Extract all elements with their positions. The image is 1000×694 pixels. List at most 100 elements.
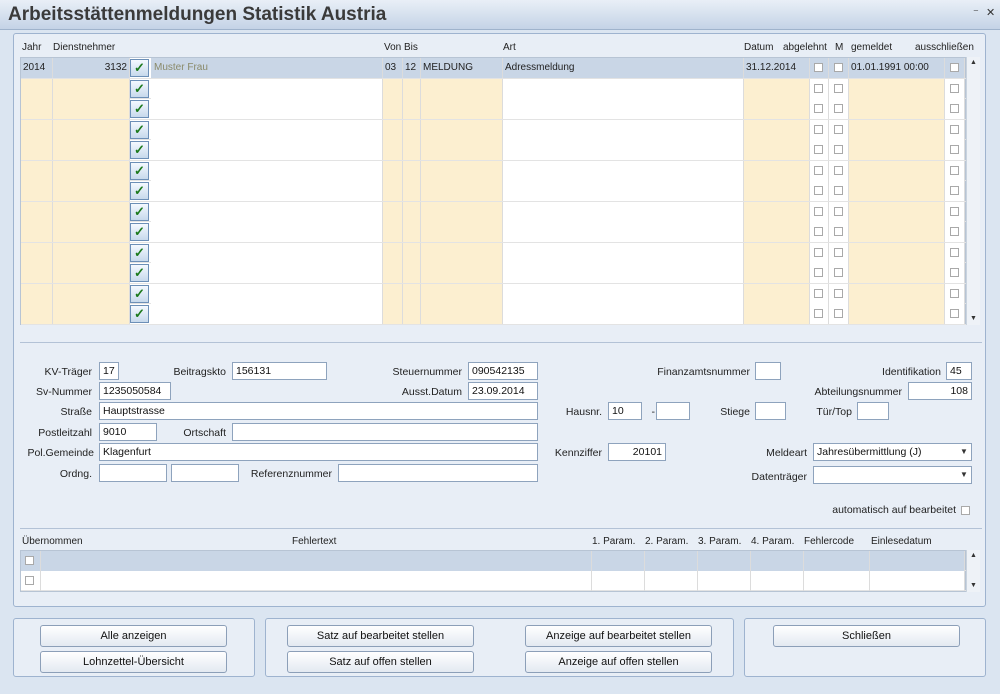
row-checkbox[interactable] xyxy=(814,247,823,257)
row-checkbox[interactable] xyxy=(834,227,843,236)
table-row[interactable]: 2014 3132 ✓ Muster Frau 03 12 MELDUNG Ad… xyxy=(21,58,967,79)
grid-cell[interactable] xyxy=(421,119,503,140)
grid-cell[interactable] xyxy=(829,140,849,160)
grid-cell[interactable] xyxy=(421,160,503,181)
check-icon[interactable]: ✓ xyxy=(130,284,149,303)
table-row[interactable]: ✓ xyxy=(21,222,967,243)
grid-cell[interactable] xyxy=(21,304,53,324)
grid-cell[interactable] xyxy=(744,119,810,140)
grid-cell[interactable] xyxy=(503,222,744,242)
uebernommen-checkbox[interactable] xyxy=(25,576,34,585)
cell-abgelehnt[interactable] xyxy=(810,58,829,78)
row-checkbox[interactable] xyxy=(950,268,959,277)
table-row[interactable]: ✓ xyxy=(21,283,967,304)
row-checkbox[interactable] xyxy=(814,165,823,175)
grid-cell[interactable] xyxy=(421,78,503,99)
grid-cell[interactable] xyxy=(151,201,383,222)
grid-cell[interactable] xyxy=(21,283,53,304)
row-checkbox[interactable] xyxy=(814,227,823,236)
grid-cell[interactable] xyxy=(744,140,810,160)
cell-fehlertext[interactable] xyxy=(41,551,592,571)
grid-cell[interactable] xyxy=(744,78,810,99)
ausst-datum-field[interactable]: 23.09.2014 xyxy=(468,382,538,400)
row-checkbox[interactable] xyxy=(950,165,959,175)
stiege-field[interactable] xyxy=(755,402,786,420)
row-checkbox[interactable] xyxy=(950,104,959,113)
grid-cell[interactable] xyxy=(53,78,130,99)
referenznummer-field[interactable] xyxy=(338,464,538,482)
grid-cell[interactable] xyxy=(744,242,810,263)
row-checkbox[interactable] xyxy=(814,288,823,298)
grid-cell[interactable] xyxy=(503,201,744,222)
row-checkbox[interactable] xyxy=(834,186,843,195)
beitragskto-field[interactable]: 156131 xyxy=(232,362,327,380)
identifikation-field[interactable]: 45 xyxy=(946,362,972,380)
schliessen-button[interactable]: Schließen xyxy=(773,625,960,647)
grid-cell[interactable] xyxy=(21,78,53,99)
grid-cell[interactable] xyxy=(849,304,945,324)
grid-cell[interactable] xyxy=(810,201,829,222)
check-icon[interactable]: ✓ xyxy=(130,305,149,323)
check-icon[interactable]: ✓ xyxy=(130,223,149,241)
grid-cell[interactable] xyxy=(383,160,403,181)
steuernummer-field[interactable]: 090542135 xyxy=(468,362,538,380)
grid-cell[interactable] xyxy=(945,181,965,201)
row-checkbox[interactable] xyxy=(950,83,959,93)
row-checkbox[interactable] xyxy=(814,186,823,195)
cell-name[interactable]: Muster Frau xyxy=(151,58,383,78)
grid-cell[interactable] xyxy=(403,140,421,160)
grid-cell[interactable] xyxy=(151,140,383,160)
check-icon[interactable]: ✓ xyxy=(130,141,149,159)
grid-cell[interactable] xyxy=(849,181,945,201)
lohnzettel-uebersicht-button[interactable]: Lohnzettel-Übersicht xyxy=(40,651,227,673)
grid-cell[interactable] xyxy=(849,119,945,140)
grid-cell[interactable] xyxy=(810,78,829,99)
cell-fehlercode[interactable] xyxy=(804,571,870,591)
grid-cell[interactable] xyxy=(21,160,53,181)
postleitzahl-field[interactable]: 9010 xyxy=(99,423,157,441)
row-checkbox[interactable] xyxy=(834,165,843,175)
cell-m[interactable] xyxy=(829,58,849,78)
scroll-down-icon[interactable]: ▼ xyxy=(967,580,980,592)
grid-cell[interactable] xyxy=(383,222,403,242)
satz-offen-button[interactable]: Satz auf offen stellen xyxy=(287,651,474,673)
grid-cell[interactable] xyxy=(849,222,945,242)
grid-cell[interactable] xyxy=(53,304,130,324)
cell-ausschliessen[interactable] xyxy=(945,58,965,78)
grid-cell[interactable] xyxy=(849,263,945,283)
grid-cell[interactable] xyxy=(503,140,744,160)
row-checkbox[interactable] xyxy=(950,206,959,216)
grid-cell[interactable] xyxy=(849,283,945,304)
anzeige-bearbeitet-button[interactable]: Anzeige auf bearbeitet stellen xyxy=(525,625,712,647)
grid-cell[interactable] xyxy=(810,160,829,181)
abteilungsnummer-field[interactable]: 108 xyxy=(908,382,972,400)
row-checkbox[interactable] xyxy=(834,288,843,298)
grid-cell[interactable] xyxy=(53,283,130,304)
grid-cell[interactable] xyxy=(945,283,965,304)
grid-cell[interactable] xyxy=(383,78,403,99)
grid-cell[interactable] xyxy=(945,242,965,263)
uebernommen-checkbox[interactable] xyxy=(25,556,34,565)
row-checkbox[interactable] xyxy=(834,206,843,216)
row-checkbox[interactable] xyxy=(950,288,959,298)
grid-cell[interactable] xyxy=(21,181,53,201)
grid-cell[interactable] xyxy=(849,78,945,99)
grid-cell[interactable] xyxy=(151,160,383,181)
row-checkbox[interactable] xyxy=(834,309,843,318)
cell-einlesedatum[interactable] xyxy=(870,571,965,591)
grid-cell[interactable] xyxy=(744,160,810,181)
cell-param4[interactable] xyxy=(751,571,804,591)
grid-cell[interactable] xyxy=(53,99,130,119)
row-checkbox[interactable] xyxy=(814,104,823,113)
cell-jahr[interactable]: 2014 xyxy=(21,58,53,78)
anzeige-offen-button[interactable]: Anzeige auf offen stellen xyxy=(525,651,712,673)
grid-cell[interactable] xyxy=(383,283,403,304)
table-row[interactable]: ✓ xyxy=(21,242,967,263)
tuer-top-field[interactable] xyxy=(857,402,889,420)
grid-cell[interactable] xyxy=(151,181,383,201)
grid-cell[interactable] xyxy=(829,181,849,201)
row-checkbox[interactable] xyxy=(834,145,843,154)
grid-cell[interactable] xyxy=(53,140,130,160)
grid-cell[interactable] xyxy=(829,283,849,304)
grid-cell[interactable] xyxy=(810,304,829,324)
